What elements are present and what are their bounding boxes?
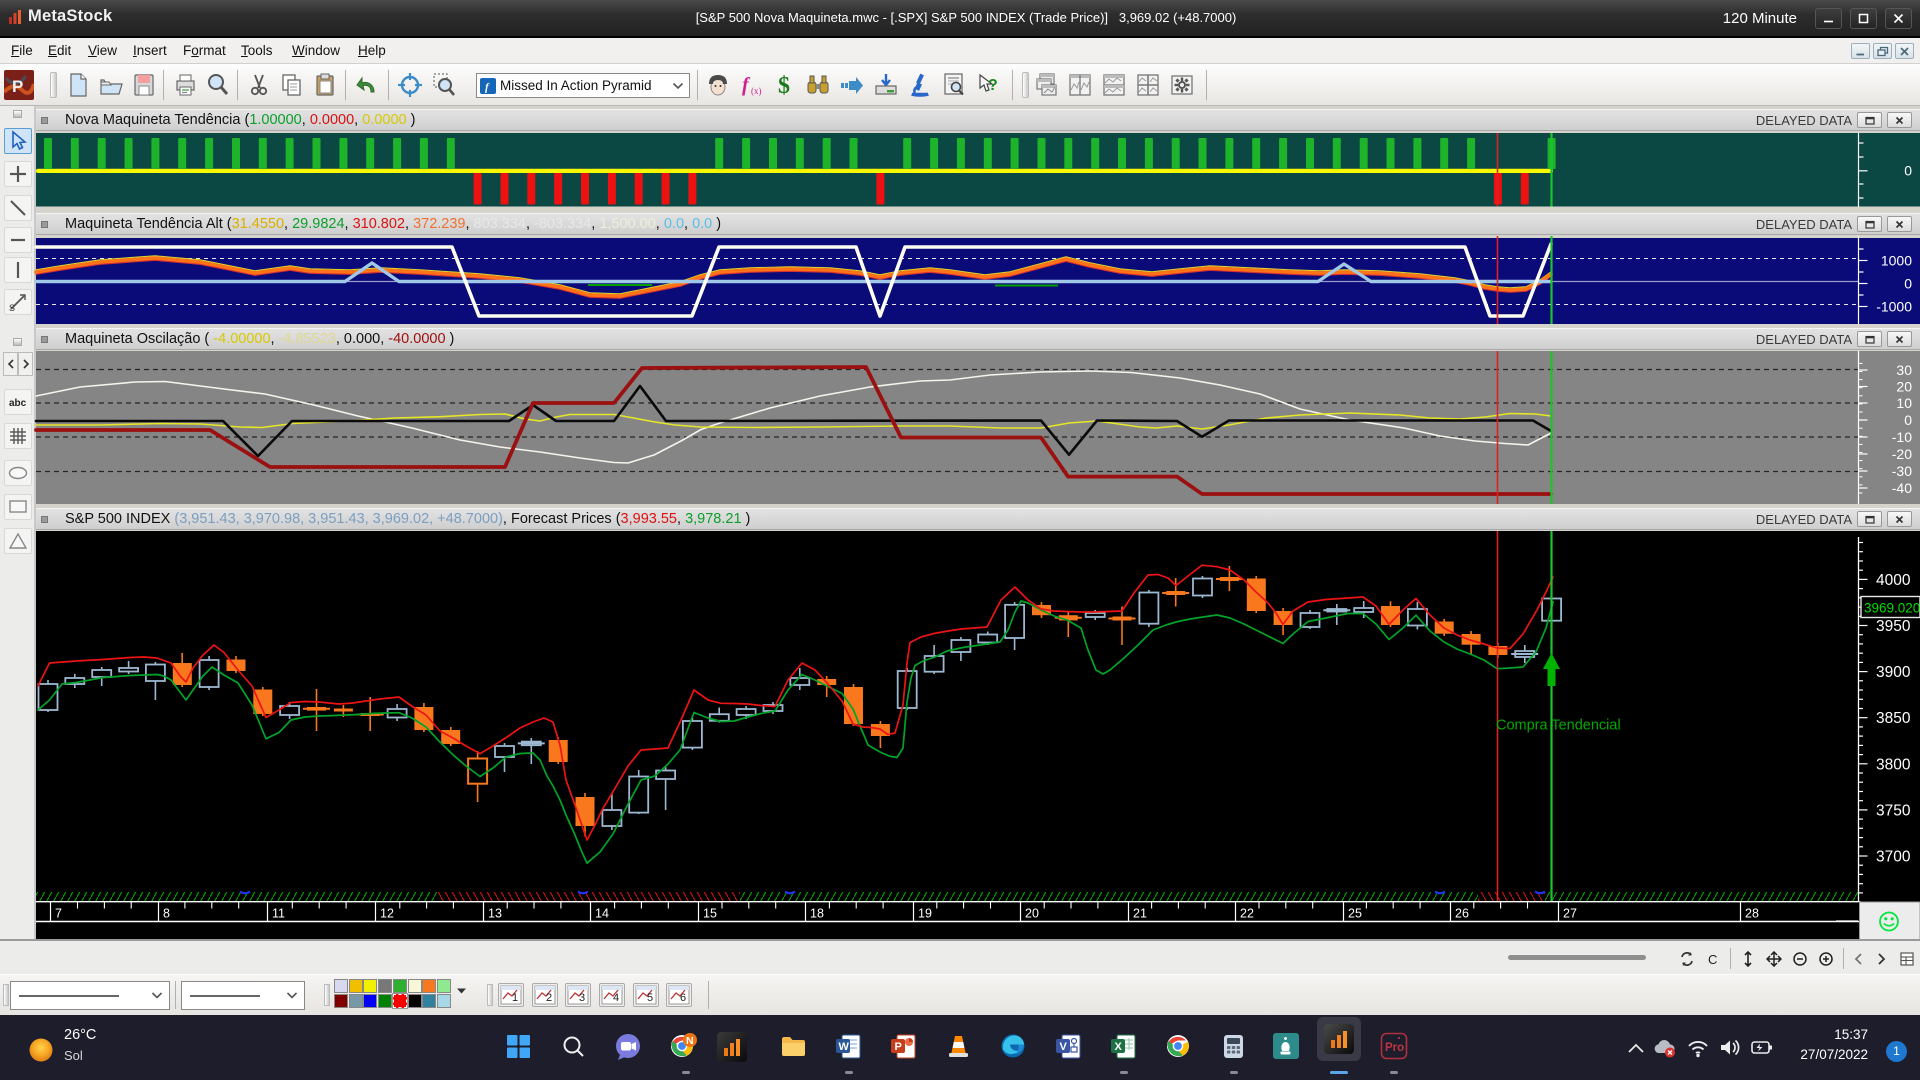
svg-text:20: 20	[1896, 379, 1912, 395]
svg-text:f: f	[742, 74, 751, 96]
svg-text:W: W	[839, 1041, 850, 1053]
svg-text:13: 13	[488, 907, 502, 921]
svg-text:C: C	[1708, 952, 1717, 967]
svg-text:25: 25	[1348, 907, 1362, 921]
svg-text:P: P	[12, 77, 23, 96]
svg-text:-1000: -1000	[1876, 299, 1912, 315]
svg-text:20: 20	[1025, 907, 1039, 921]
svg-text:N: N	[686, 1035, 694, 1047]
svg-text:8: 8	[163, 907, 170, 921]
svg-text:3750: 3750	[1876, 802, 1911, 819]
svg-text:19: 19	[918, 907, 932, 921]
svg-text:21: 21	[1133, 907, 1147, 921]
svg-text:3969.020: 3969.020	[1864, 601, 1920, 616]
svg-text:4000: 4000	[1876, 572, 1911, 589]
svg-text:22: 22	[1240, 907, 1254, 921]
svg-text:-30: -30	[1892, 463, 1912, 479]
svg-text:27: 27	[1563, 907, 1577, 921]
svg-text:10: 10	[1896, 395, 1912, 411]
svg-text:4: 4	[613, 992, 619, 1004]
svg-text:14: 14	[595, 907, 609, 921]
svg-text:5: 5	[647, 992, 653, 1004]
svg-text:7: 7	[55, 907, 62, 921]
svg-text:0: 0	[1904, 163, 1912, 179]
svg-text:11: 11	[272, 907, 285, 921]
svg-text:3900: 3900	[1876, 664, 1911, 681]
svg-text:15: 15	[703, 907, 717, 921]
svg-text:0: 0	[1904, 412, 1912, 428]
svg-text:0: 0	[1904, 276, 1912, 292]
svg-text:1000: 1000	[1881, 253, 1912, 269]
svg-text:6: 6	[680, 992, 686, 1004]
svg-text:30: 30	[1896, 362, 1912, 378]
svg-text:3950: 3950	[1876, 618, 1911, 635]
svg-text:3700: 3700	[1876, 849, 1911, 866]
svg-text:Compra Tendencial: Compra Tendencial	[1496, 718, 1621, 734]
svg-text:3: 3	[579, 992, 585, 1004]
svg-text:2: 2	[546, 992, 552, 1004]
svg-text:P: P	[895, 1041, 902, 1053]
svg-text:-20: -20	[1892, 446, 1912, 462]
svg-text:26: 26	[1455, 907, 1469, 921]
svg-text:-40: -40	[1892, 480, 1912, 496]
svg-text:18: 18	[810, 907, 824, 921]
svg-text:X: X	[1115, 1041, 1123, 1053]
svg-text:3850: 3850	[1876, 710, 1911, 727]
svg-text:28: 28	[1745, 907, 1759, 921]
svg-text:$: $	[778, 73, 790, 98]
svg-text:3800: 3800	[1876, 756, 1911, 773]
svg-text:12: 12	[380, 907, 394, 921]
svg-text:1: 1	[512, 992, 518, 1004]
svg-text:V: V	[1060, 1041, 1068, 1053]
svg-text:(x): (x)	[751, 86, 762, 96]
svg-text:-10: -10	[1892, 429, 1912, 445]
svg-text:Pro: Pro	[1385, 1042, 1404, 1054]
svg-text:?: ?	[988, 77, 998, 94]
